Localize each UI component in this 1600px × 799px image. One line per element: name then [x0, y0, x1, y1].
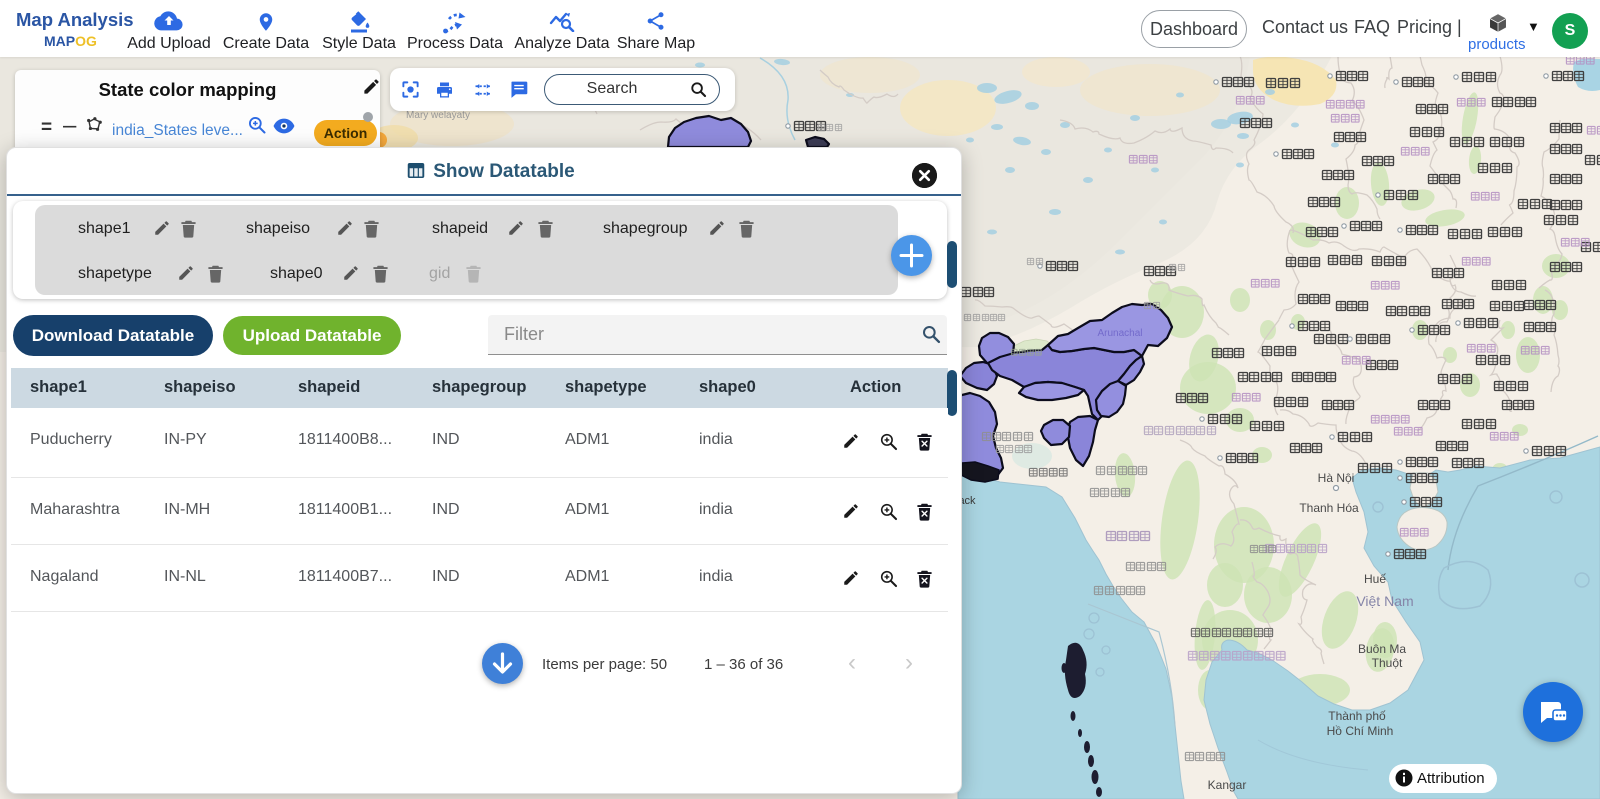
svg-text:Arunachal: Arunachal	[1097, 328, 1142, 339]
svg-text:Kangar: Kangar	[1208, 778, 1247, 792]
svg-text:Thành phố: Thành phố	[1328, 709, 1386, 723]
svg-text:Hà Nội: Hà Nội	[1318, 471, 1355, 485]
svg-text:Hồ Chí Minh: Hồ Chí Minh	[1327, 724, 1394, 738]
svg-text:Huế: Huế	[1364, 572, 1386, 586]
svg-text:Việt Nam: Việt Nam	[1356, 593, 1413, 609]
svg-text:Mary welaýaty: Mary welaýaty	[406, 110, 470, 121]
svg-text:Thanh Hóa: Thanh Hóa	[1299, 501, 1359, 515]
svg-text:Thuột: Thuột	[1372, 656, 1403, 670]
svg-text:Buôn Ma: Buôn Ma	[1358, 642, 1406, 656]
